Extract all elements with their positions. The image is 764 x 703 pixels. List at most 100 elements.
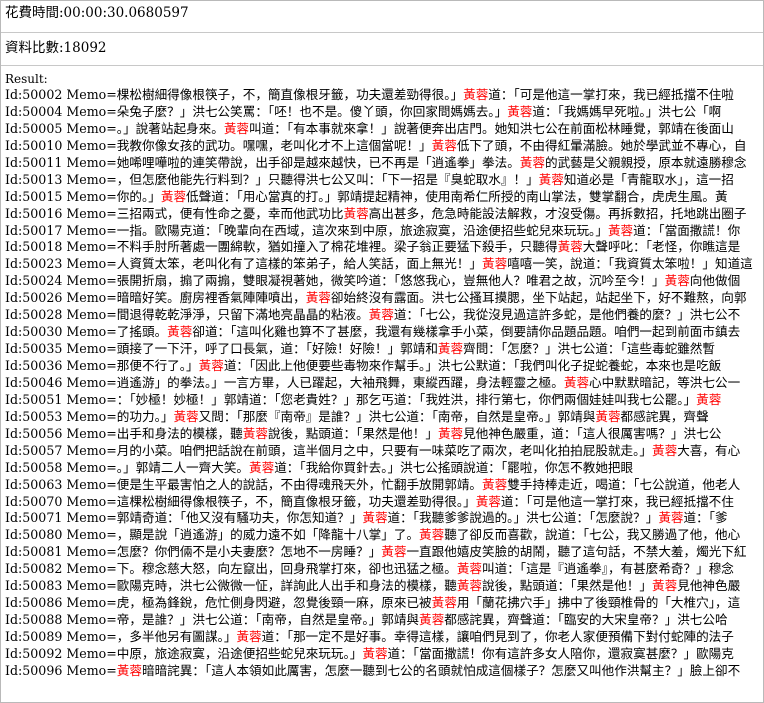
keyword-highlight: 黃蓉 [419,527,445,543]
keyword-highlight: 黃蓉 [249,459,275,475]
record-memo: Memo=便是生平最害怕之人的說話，不由得魂飛天外，忙翻手放開郭靖。黃蓉雙手持棒… [66,476,741,492]
record-memo: Memo=下。穆念慈大怒，向左竄出，回身飛掌打來，卻也迅猛之極。黃蓉叫道：「這是… [66,561,734,577]
keyword-highlight: 黃蓉 [652,442,678,458]
result-heading: Result: [5,72,48,86]
keyword-highlight: 黃蓉 [431,595,457,611]
result-row: Id:50082 Memo=下。穆念慈大怒，向左竄出，回身飛掌打來，卻也迅猛之極… [5,561,763,578]
result-row: Id:50015 Memo=你的。」黃蓉低聲道：「用心當真的打。」郭靖提起精神，… [5,189,763,206]
result-row: Id:50092 Memo=中原，旅途寂寞，沿途便招些蛇兒來玩玩。」黃蓉道：「當… [5,646,763,663]
record-memo: Memo=人資質太笨，老叫化有了這樣的笨弟子，給人笑話，面上無光！」黃蓉嘻嘻一笑… [66,256,753,272]
result-row: Id:50046 Memo=逍遙游」的拳法。」一言方畢，人已躍起，大袖飛舞，東縱… [5,375,763,392]
result-row: Id:50017 Memo=一指。歐陽克道：「晚輩向在西域，這次來到中原，旅途寂… [5,223,763,240]
record-id: Id:50057 [5,442,67,458]
record-id: Id:50051 [5,391,67,407]
record-memo: Memo=月的小菜。咱們把話說在前頭，這半個月之中，只要有一味菜吃了兩次，老叫化… [66,442,741,458]
record-id: Id:50023 [5,256,67,272]
result-list: Id:50002 Memo=棵松樹細得像根筷子，不，簡直像根牙籤，功夫還差勁得很… [5,87,763,680]
record-memo: Memo=的功力。」黃蓉又問：「那麼『南帝』是誰？」洪七公道：「南帝，自然是皇帝… [66,408,709,424]
result-row: Id:50089 Memo=，多半他另有圖謀。」黃蓉道：「那一定不是好事。幸得這… [5,629,763,646]
keyword-highlight: 黃蓉 [437,425,464,441]
record-memo: Memo=，多半他另有圖謀。」黃蓉道：「那一定不是好事。幸得這樣，讓咱們見到了，… [66,629,734,644]
keyword-highlight: 黃蓉 [519,154,545,170]
result-row: Id:50056 Memo=出手和身法的模樣，聽黃蓉說後，點頭道：「果然是他！」… [5,426,763,443]
keyword-highlight: 黃蓉 [242,425,268,441]
result-row: Id:50030 Memo=了搖頭。黃蓉卻道：「這叫化雞也算不了甚麼，我還有幾樣… [5,324,763,341]
result-row: Id:50026 Memo=暗暗好笑。廚房裡香氣陣陣噴出，黃蓉卻始終沒有露面。洪… [5,290,763,307]
record-memo: Memo=三招兩式，便有性命之憂，幸而他武功比黃蓉高出甚多，危急時能設法解救，才… [66,205,747,221]
result-row: Id:50080 Memo=，顯是說「逍遙游」的威力遠不如「降龍十八掌」了。黃蓉… [5,527,763,544]
record-memo: Memo=暗暗好笑。廚房裡香氣陣陣噴出，黃蓉卻始終沒有露面。洪七公搔耳摸腮，坐下… [66,290,747,306]
record-id: Id:50046 [5,374,67,390]
record-id: Id:50026 [5,290,67,306]
record-id: Id:50056 [5,425,67,441]
record-id: Id:50081 [5,544,67,560]
record-id: Id:50018 [5,239,67,255]
keyword-highlight: 黃蓉 [362,645,388,661]
result-row: Id:50013 Memo=，但怎麼他能先行料到？」只聽得洪七公又叫：「下一招是… [5,172,763,189]
result-row: Id:50011 Memo=她唏哩嘩啦的連笑帶說，出手卻是越來越快，已不再是「逍… [5,155,763,172]
keyword-highlight: 黃蓉 [482,476,508,492]
record-memo: Memo=你的。」黃蓉低聲道：「用心當真的打。」郭靖提起精神，使用南希仁所授的南… [66,188,728,204]
record-id: Id:50005 [5,120,67,136]
record-memo: Memo=朵兔子麼？」洪七公笑罵：「呸！也不是。傻丫頭，你回家問媽媽去。」黃蓉道… [66,103,722,119]
record-id: Id:50002 [5,87,67,102]
record-memo: Memo=了搖頭。黃蓉卻道：「這叫化雞也算不了甚麼，我還有幾樣拿手小菜，倒要請你… [66,324,741,340]
result-row: Id:50096 Memo=黃蓉暗暗詫異：「這人本領如此厲害，怎麼一聽到七公的名… [5,663,763,680]
keyword-highlight: 黃蓉 [557,239,583,255]
keyword-highlight: 黃蓉 [223,120,250,136]
record-memo: Memo=：「妙極！妙極！」郭靖道：「您老貴姓？」那乞丐道：「我姓洪，排行第七，… [66,391,722,407]
keyword-highlight: 黃蓉 [381,544,407,560]
record-id: Id:50086 [5,595,67,611]
record-id: Id:50011 [5,154,67,170]
record-id: Id:50058 [5,459,67,475]
keyword-highlight: 黃蓉 [456,578,483,594]
record-id: Id:50096 [5,662,67,678]
result-row: Id:50018 Memo=不料手肘所著處一團綿軟，猶如撞入了棉花堆裡。梁子翁正… [5,239,763,256]
record-id: Id:50010 [5,137,67,153]
record-id: Id:50089 [5,629,67,644]
record-memo: Memo=棵松樹細得像根筷子，不，簡直像根牙籤，功夫還差勁得很。」黃蓉道：「可是… [66,87,734,102]
keyword-highlight: 黃蓉 [607,222,634,238]
keyword-highlight: 黃蓉 [538,171,564,187]
record-memo: Memo=，但怎麼他能先行料到？」只聽得洪七公又叫：「下一招是『臭蛇取水』！」黃… [66,171,734,187]
record-memo: Memo=。」說著站起身來。黃蓉叫道：「有本事就來拿！」說著便奔出店門。她知洪七… [66,120,734,136]
record-id: Id:50030 [5,324,67,340]
result-row: Id:50016 Memo=三招兩式，便有性命之憂，幸而他武功比黃蓉高出甚多，危… [5,206,763,223]
keyword-highlight: 黃蓉 [116,662,142,678]
record-memo: Memo=一指。歐陽克道：「晚輩向在西域，這次來到中原，旅途寂寞，沿途便招些蛇兒… [66,222,741,238]
keyword-highlight: 黃蓉 [507,103,533,119]
keyword-highlight: 黃蓉 [160,188,187,204]
result-row: Id:50035 Memo=頭接了一下汗，呼了口長氣，道：「好險！好險！」郭靖和… [5,341,763,358]
result-row: Id:50010 Memo=我教你像女孩的武功。嘿嘿，老叫化才不上這個當呢！」黃… [5,138,763,155]
record-id: Id:50013 [5,171,67,187]
record-memo: Memo=。」郭靖二人一齊大笑。黃蓉道：「我給你買針去。」洪七公搖頭說道：「罷啦… [66,459,634,475]
elapsed-time-label: 花費時間:00:00:30.0680597 [5,5,189,21]
result-row: Id:50005 Memo=。」說著站起身來。黃蓉叫道：「有本事就來拿！」說著便… [5,121,763,138]
record-memo: Memo=那便不行了。」黃蓉道：「因此上他便要些毒物來作幫手。」洪七公默道：「我… [66,358,722,373]
keyword-highlight: 黃蓉 [368,307,394,323]
keyword-highlight: 黃蓉 [305,290,331,306]
keyword-highlight: 黃蓉 [696,391,722,407]
record-id: Id:50083 [5,578,67,594]
record-id: Id:50092 [5,645,67,661]
keyword-highlight: 黃蓉 [362,510,388,526]
keyword-highlight: 黃蓉 [482,256,508,272]
record-id: Id:50063 [5,476,67,492]
record-memo: Memo=歐陽克時，洪七公微微一怔，詳詢此人出手和身法的模樣，聽黃蓉說後，點頭道… [66,578,741,594]
keyword-highlight: 黃蓉 [456,561,483,577]
record-memo: Memo=間退得乾乾淨淨，只留下滿地亮晶晶的粘液。黃蓉道：「七公，我從沒見過這許… [66,307,741,323]
result-row: Id:50024 Memo=張開折扇，搧了兩搧，雙眼凝視著她，微笑吟道：「悠悠我… [5,273,763,290]
record-memo: Memo=張開折扇，搧了兩搧，雙眼凝視著她，微笑吟道：「悠悠我心，豈無他人？唯君… [66,273,741,289]
record-id: Id:50070 [5,493,67,509]
record-memo: Memo=郭靖奇道：「他又沒有騷功夫，你怎知道？」黃蓉道：「我聽爹爹說過的。」洪… [66,510,728,526]
record-id: Id:50015 [5,188,67,204]
record-memo: Memo=帝，是誰？」洪七公道：「南帝，自然是皇帝。」郭靖與黃蓉都感詫異，齊聲道… [66,612,728,628]
keyword-highlight: 黃蓉 [236,629,262,644]
result-row: Id:50002 Memo=棵松樹細得像根筷子，不，簡直像根牙籤，功夫還差勁得很… [5,87,763,104]
record-id: Id:50016 [5,205,67,221]
record-memo: Memo=虎，極為鋒銳，危忙側身閃避，忽覺後頸一麻，原來已被黃蓉用「蘭花拂穴手」… [66,595,741,611]
record-id: Id:50035 [5,341,67,357]
record-id: Id:50017 [5,222,67,238]
record-memo: Memo=中原，旅途寂寞，沿途便招些蛇兒來玩玩。」黃蓉道：「當面撒謊！你有這許多… [66,645,734,661]
record-memo: Memo=我教你像女孩的武功。嘿嘿，老叫化才不上這個當呢！」黃蓉低下了頭，不由得… [66,137,747,153]
